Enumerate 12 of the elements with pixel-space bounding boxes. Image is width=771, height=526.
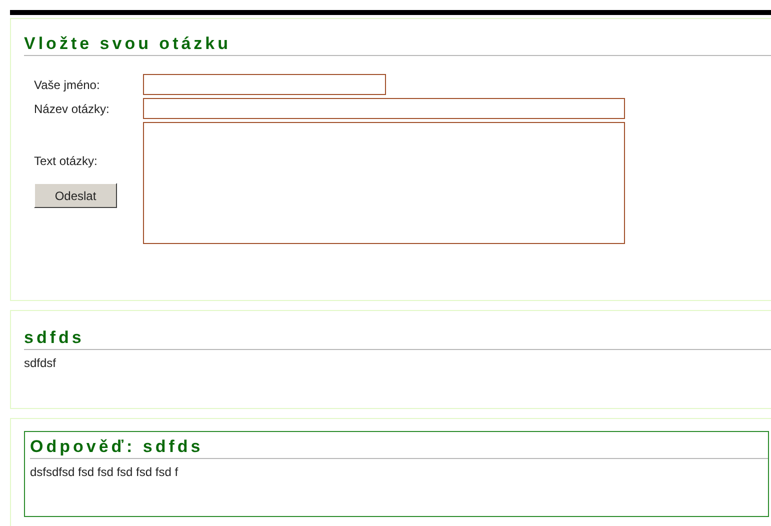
question-text: sdfdsf <box>24 356 58 370</box>
field-label: Název otázky: <box>34 102 110 116</box>
field-label: Vaše jméno: <box>34 78 101 92</box>
field-label: Text otázky: <box>34 154 98 168</box>
answer-text: dsfsdfsd fsd fsd fsd fsd fsd f <box>30 465 180 479</box>
form-title: Vložte svou otázku <box>24 33 232 55</box>
question-title: sdfds <box>24 327 86 349</box>
submit-button[interactable]: Odeslat <box>34 183 117 208</box>
input-field[interactable] <box>143 74 386 95</box>
answer-title: Odpověď: sdfds <box>30 436 204 458</box>
input-field[interactable] <box>143 98 625 119</box>
text-area[interactable] <box>143 122 625 244</box>
